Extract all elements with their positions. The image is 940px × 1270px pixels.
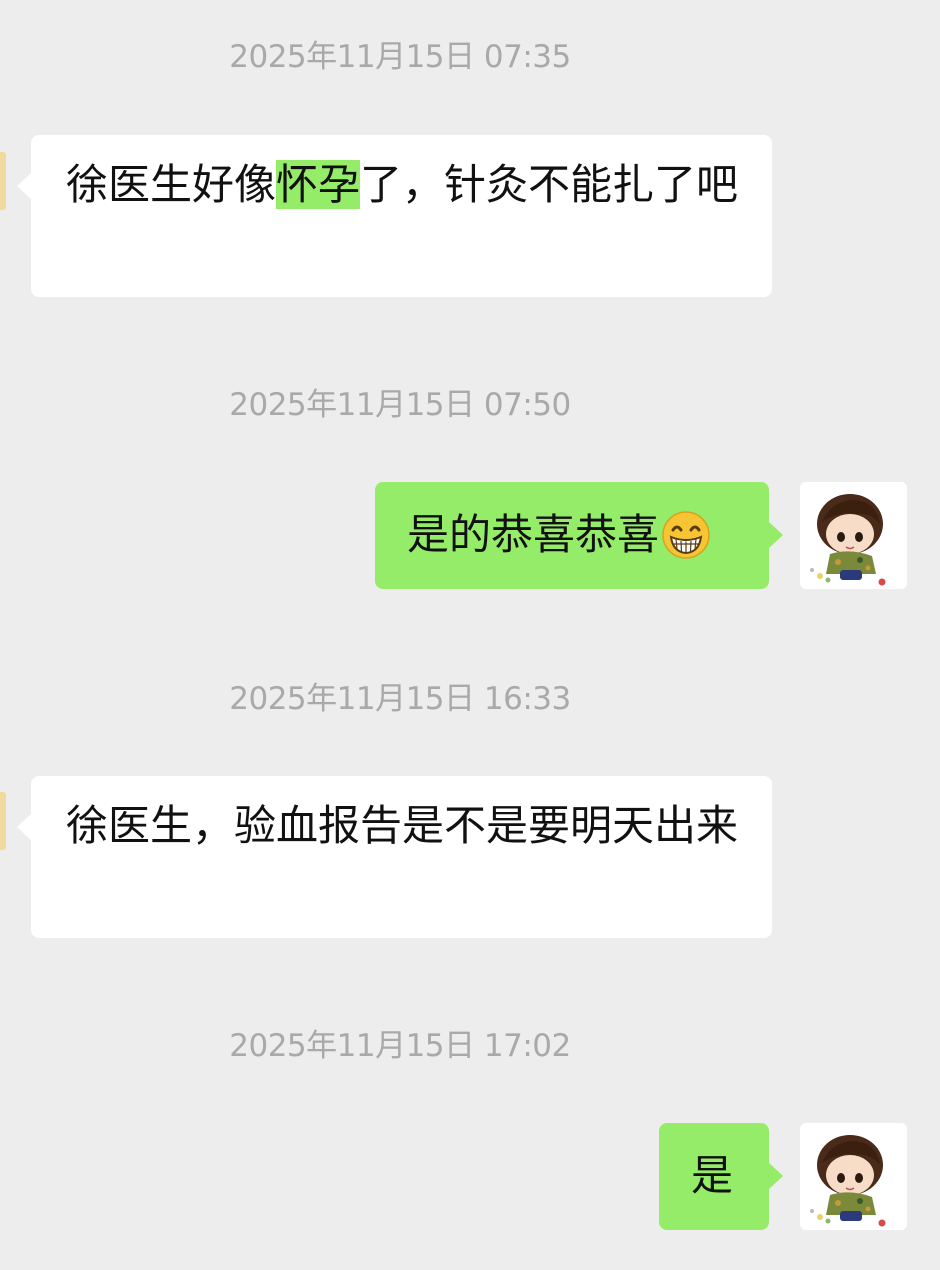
outgoing-message-bubble[interactable]: 是 (659, 1123, 783, 1230)
highlighted-text: 怀孕 (276, 160, 361, 209)
cartoon-boy-avatar-icon (800, 482, 907, 589)
message-text: 是的恭喜恭喜 (407, 510, 660, 559)
message-text: 了，针灸不能扎了吧 (360, 160, 739, 209)
cartoon-boy-avatar-icon (800, 1123, 907, 1230)
avatar[interactable] (800, 1123, 907, 1230)
incoming-message-bubble[interactable]: 徐医生，验血报告是不是要明天出来 (17, 776, 772, 938)
message-text: 是 (691, 1151, 734, 1200)
message-text: 徐医生，验血报告是不是要明天出来 (66, 801, 739, 850)
timestamp: 2025年11月15日 17:02 (229, 1028, 571, 1064)
message-text: 徐医生好像 (66, 160, 277, 209)
sender-avatar-edge[interactable] (0, 792, 6, 850)
timestamp: 2025年11月15日 07:35 (229, 39, 571, 75)
sender-avatar-edge[interactable] (0, 152, 6, 210)
timestamp: 2025年11月15日 07:50 (229, 387, 571, 423)
grinning-face-emoji-icon (662, 510, 710, 559)
avatar[interactable] (800, 482, 907, 589)
timestamp: 2025年11月15日 16:33 (229, 681, 571, 717)
incoming-message-bubble[interactable]: 徐医生好像怀孕了，针灸不能扎了吧 (17, 135, 772, 297)
outgoing-message-bubble[interactable]: 是的恭喜恭喜 (375, 482, 783, 589)
